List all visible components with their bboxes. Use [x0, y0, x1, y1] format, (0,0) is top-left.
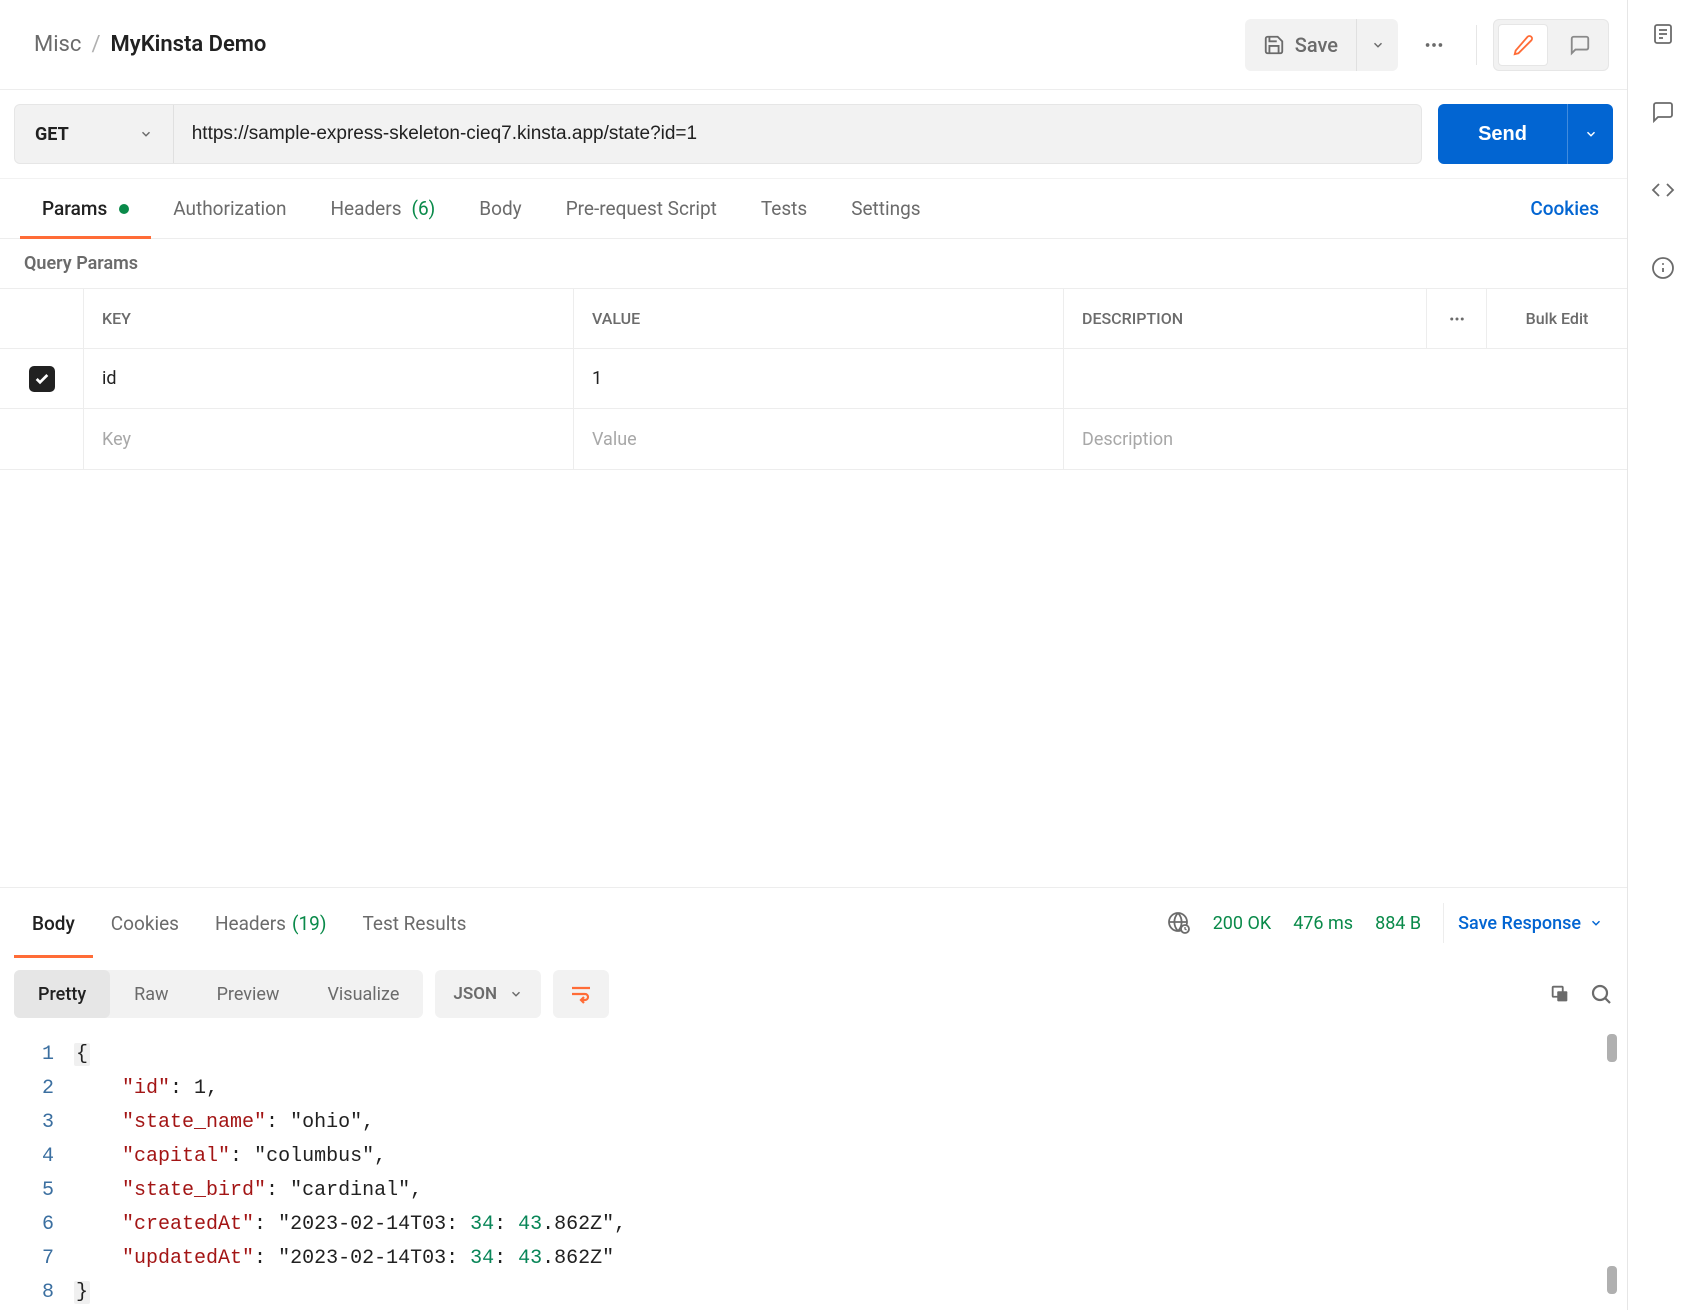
table-header-row: KEY VALUE DESCRIPTION Bulk Edit [0, 289, 1627, 349]
save-button[interactable]: Save [1245, 19, 1356, 71]
url-input[interactable] [174, 105, 1421, 163]
more-actions-button[interactable] [1408, 19, 1460, 71]
wrap-icon [569, 982, 593, 1006]
breadcrumb-current: MyKinsta Demo [111, 32, 267, 57]
tab-count: (19) [292, 912, 326, 935]
bulk-edit-button[interactable]: Bulk Edit [1487, 289, 1627, 348]
tab-test-results[interactable]: Test Results [344, 888, 484, 958]
breadcrumb-parent[interactable]: Misc [34, 32, 81, 57]
tab-label: Headers [331, 197, 402, 220]
param-description-placeholder[interactable]: Description [1064, 409, 1627, 469]
response-body-viewer[interactable]: 12345678 { "id": 1, "state_name": "ohio"… [0, 1026, 1627, 1310]
request-tabs: Params Authorization Headers (6) Body Pr… [0, 179, 1627, 239]
tab-settings[interactable]: Settings [829, 179, 942, 238]
tab-response-cookies[interactable]: Cookies [93, 888, 197, 958]
table-placeholder-row: Key Value Description [0, 409, 1627, 469]
column-options-button[interactable] [1427, 289, 1487, 348]
tab-label: Headers [215, 912, 286, 935]
tab-label: Params [42, 197, 107, 220]
query-params-title: Query Params [0, 239, 1627, 288]
query-params-table: KEY VALUE DESCRIPTION Bulk Edit [0, 288, 1627, 470]
save-response-button[interactable]: Save Response [1443, 903, 1603, 943]
save-caret-button[interactable] [1356, 19, 1398, 71]
response-time: 476 ms [1293, 913, 1353, 934]
send-button[interactable]: Send [1438, 104, 1567, 164]
mode-visualize[interactable]: Visualize [303, 970, 423, 1018]
http-method-select[interactable]: GET [15, 105, 174, 163]
comment-icon [1569, 34, 1591, 56]
param-key-placeholder[interactable]: Key [84, 409, 574, 469]
chevron-down-icon [1584, 127, 1598, 141]
param-description-cell[interactable] [1064, 349, 1627, 408]
tab-pre-request[interactable]: Pre-request Script [544, 179, 739, 238]
more-horizontal-icon [1423, 34, 1445, 56]
breadcrumb: Misc / MyKinsta Demo [34, 32, 1245, 57]
check-icon [34, 371, 50, 387]
tab-response-headers[interactable]: Headers (19) [197, 888, 344, 958]
response-status: 200 OK [1213, 913, 1272, 934]
tab-body[interactable]: Body [457, 179, 543, 238]
scrollbar-thumb[interactable] [1607, 1034, 1617, 1062]
param-key-cell[interactable]: id [84, 349, 574, 408]
breadcrumb-separator: / [91, 32, 100, 57]
save-icon [1263, 34, 1285, 56]
tab-response-body[interactable]: Body [14, 888, 93, 958]
response-panel: Body Cookies Headers (19) Test Results 2… [0, 887, 1627, 1310]
header-description: DESCRIPTION [1064, 289, 1427, 348]
header-key: KEY [84, 289, 574, 348]
view-mode-pair [1493, 19, 1609, 71]
copy-button[interactable] [1549, 983, 1571, 1005]
comment-mode-button[interactable] [1552, 20, 1608, 70]
globe-icon[interactable] [1167, 911, 1191, 935]
chevron-down-icon [1589, 916, 1603, 930]
request-row: GET Send [0, 90, 1627, 179]
response-size: 884 B [1375, 913, 1421, 934]
wrap-lines-button[interactable] [553, 970, 609, 1018]
tab-headers[interactable]: Headers (6) [309, 179, 458, 238]
tab-params[interactable]: Params [20, 179, 151, 238]
format-select[interactable]: JSON [435, 970, 541, 1018]
header-value: VALUE [574, 289, 1064, 348]
chevron-down-icon [139, 127, 153, 141]
mode-preview[interactable]: Preview [193, 970, 304, 1018]
active-dot-icon [119, 204, 129, 214]
tab-count: (6) [412, 197, 436, 220]
cookies-link[interactable]: Cookies [1522, 197, 1607, 220]
save-response-label: Save Response [1458, 913, 1581, 934]
mode-raw[interactable]: Raw [110, 970, 192, 1018]
more-horizontal-icon [1448, 310, 1466, 328]
chevron-down-icon [509, 987, 523, 1001]
comments-button[interactable] [1651, 100, 1675, 124]
topbar: Misc / MyKinsta Demo Save [0, 0, 1627, 90]
param-value-cell[interactable]: 1 [574, 349, 1064, 408]
send-caret-button[interactable] [1567, 104, 1613, 164]
pencil-icon [1512, 34, 1534, 56]
info-button[interactable] [1651, 256, 1675, 280]
save-button-group: Save [1245, 19, 1398, 71]
response-view-modes: Pretty Raw Preview Visualize JSON [0, 958, 1627, 1026]
tab-tests[interactable]: Tests [739, 179, 829, 238]
right-rail [1628, 0, 1698, 1310]
code-content: { "id": 1, "state_name": "ohio", "capita… [74, 1038, 1627, 1310]
param-value-placeholder[interactable]: Value [574, 409, 1064, 469]
documentation-button[interactable] [1651, 22, 1675, 46]
response-tabs: Body Cookies Headers (19) Test Results 2… [0, 888, 1627, 958]
code-snippet-button[interactable] [1651, 178, 1675, 202]
table-row: id 1 [0, 349, 1627, 409]
method-label: GET [35, 124, 69, 145]
chevron-down-icon [1371, 38, 1385, 52]
save-label: Save [1295, 33, 1338, 57]
line-gutter: 12345678 [20, 1038, 74, 1310]
search-button[interactable] [1589, 982, 1613, 1006]
mode-pretty[interactable]: Pretty [14, 970, 110, 1018]
scrollbar-thumb[interactable] [1607, 1266, 1617, 1294]
format-label: JSON [453, 984, 497, 1004]
tab-authorization[interactable]: Authorization [151, 179, 308, 238]
divider [1476, 25, 1477, 65]
row-checkbox[interactable] [29, 366, 55, 392]
edit-mode-button[interactable] [1498, 24, 1548, 66]
